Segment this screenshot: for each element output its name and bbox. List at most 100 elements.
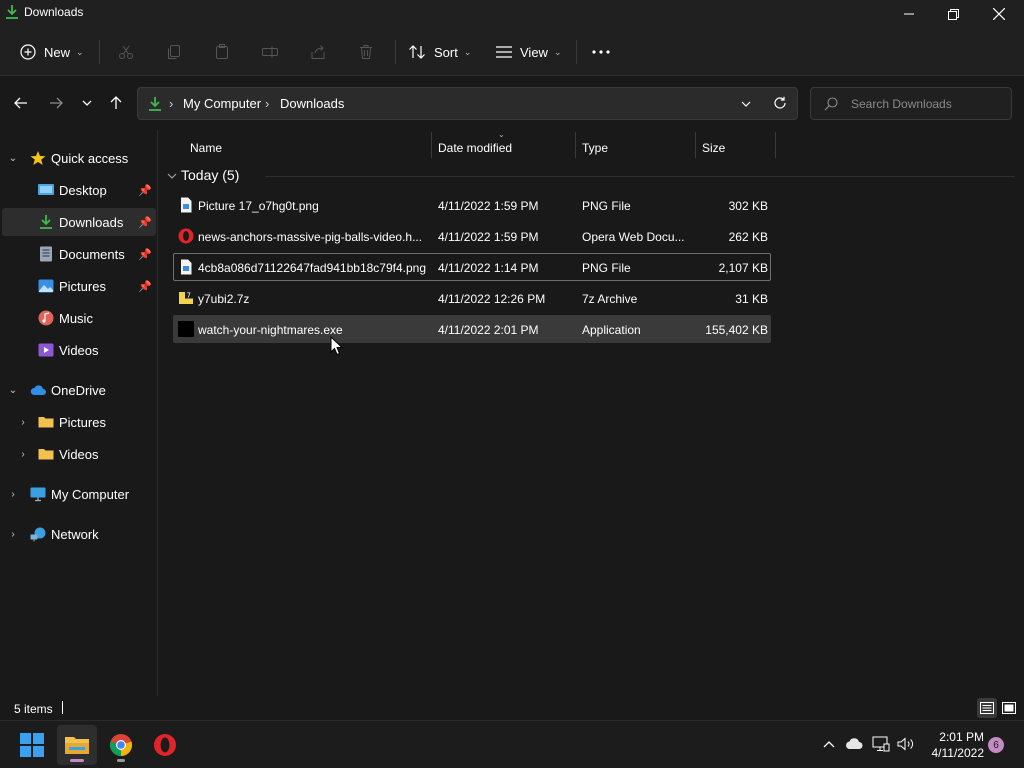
column-divider[interactable]: [695, 132, 696, 158]
sidebar-item-network[interactable]: › Network: [2, 520, 156, 548]
share-icon: [311, 45, 325, 59]
star-icon: [30, 151, 46, 165]
breadcrumb-separator-icon: ›: [265, 96, 270, 111]
title-bar: Downloads: [0, 0, 1024, 28]
tiles-view-button[interactable]: [999, 698, 1019, 718]
table-row[interactable]: news-anchors-massive-pig-balls-video.h..…: [173, 222, 771, 250]
file-size: 262 KB: [728, 230, 768, 244]
sidebar-item-my-computer[interactable]: › My Computer: [2, 480, 156, 508]
cloud-icon: [846, 738, 863, 749]
column-header-name[interactable]: Name: [190, 134, 222, 162]
table-row[interactable]: 4cb8a086d71122647fad941bb18c79f4.png 4/1…: [173, 253, 771, 281]
sidebar-item-label: Quick access: [51, 150, 129, 166]
chevron-right-icon[interactable]: ›: [16, 417, 30, 428]
pin-icon[interactable]: 📌: [138, 248, 152, 261]
sidebar-item-label: My Computer: [51, 486, 130, 502]
table-row[interactable]: Picture 17_o7hg0t.png 4/11/2022 1:59 PM …: [173, 191, 771, 219]
table-row[interactable]: 7 y7ubi2.7z 4/11/2022 12:26 PM 7z Archiv…: [173, 284, 771, 312]
documents-icon: [40, 246, 52, 262]
sidebar-item-music[interactable]: Music: [2, 304, 156, 332]
close-button[interactable]: [976, 0, 1022, 28]
paste-button[interactable]: [214, 36, 230, 68]
file-name: watch-your-nightmares.exe: [198, 323, 343, 337]
more-options-button[interactable]: [592, 36, 610, 68]
back-button[interactable]: [10, 92, 32, 114]
address-bar[interactable]: › My Computer › Downloads: [137, 87, 798, 120]
sidebar-item-label: Network: [51, 526, 99, 542]
refresh-icon[interactable]: [773, 96, 787, 110]
delete-button[interactable]: [358, 36, 374, 68]
column-header-size[interactable]: Size: [702, 134, 725, 162]
search-input[interactable]: Search Downloads: [810, 87, 1012, 120]
window-title: Downloads: [24, 5, 84, 19]
view-button[interactable]: View ⌄: [496, 36, 562, 68]
chevron-right-icon[interactable]: ›: [6, 489, 20, 500]
share-button[interactable]: [310, 36, 326, 68]
up-button[interactable]: [105, 92, 127, 114]
show-hidden-icons-button[interactable]: [820, 735, 838, 753]
minimize-button[interactable]: [886, 0, 932, 28]
sidebar-item-onedrive-pictures[interactable]: › Pictures: [2, 408, 156, 436]
recent-locations-button[interactable]: [76, 92, 98, 114]
sidebar-item-downloads[interactable]: Downloads 📌: [2, 208, 156, 236]
chevron-right-icon[interactable]: ›: [6, 529, 20, 540]
column-header-type[interactable]: Type: [582, 134, 608, 162]
file-list: Name Date modified ⌄ Type Size Today (5)…: [159, 130, 1024, 696]
network-tray-icon[interactable]: [872, 735, 890, 753]
network-icon: [30, 527, 46, 542]
file-type: PNG File: [582, 261, 631, 275]
taskbar-clock[interactable]: 2:01 PM 4/11/2022: [926, 729, 985, 761]
list-view-icon: [496, 46, 512, 58]
pin-icon[interactable]: 📌: [138, 216, 152, 229]
sort-button[interactable]: Sort ⌄: [408, 36, 471, 68]
breadcrumb-my-computer[interactable]: My Computer: [183, 96, 261, 111]
chevron-down-icon: ⌄: [76, 46, 84, 57]
sidebar-item-onedrive-videos[interactable]: › Videos: [2, 440, 156, 468]
taskbar-opera[interactable]: [145, 725, 185, 765]
running-indicator: [117, 759, 125, 762]
sidebar-item-videos[interactable]: Videos: [2, 336, 156, 364]
table-row[interactable]: watch-your-nightmares.exe 4/11/2022 2:01…: [173, 315, 771, 343]
column-divider[interactable]: [431, 132, 432, 158]
pin-icon[interactable]: 📌: [138, 280, 152, 293]
rename-button[interactable]: [262, 36, 278, 68]
cut-button[interactable]: [118, 36, 134, 68]
file-type: Opera Web Docu...: [582, 230, 685, 244]
restore-button[interactable]: [930, 0, 976, 28]
start-button[interactable]: [12, 725, 52, 765]
sidebar-item-quick-access[interactable]: ⌄ Quick access: [2, 144, 156, 172]
taskbar-file-explorer[interactable]: [57, 725, 97, 765]
breadcrumb-downloads[interactable]: Downloads: [280, 96, 344, 111]
rename-icon: [262, 46, 278, 58]
column-divider[interactable]: [775, 132, 776, 158]
chevron-right-icon[interactable]: ›: [16, 449, 30, 460]
file-date: 4/11/2022 1:59 PM: [438, 199, 539, 213]
copy-button[interactable]: [166, 36, 182, 68]
desktop-icon: [38, 184, 54, 195]
notification-badge[interactable]: 6: [988, 737, 1004, 753]
onedrive-tray-icon[interactable]: [845, 735, 863, 753]
group-header-today[interactable]: Today (5): [167, 166, 1015, 188]
taskbar-chrome[interactable]: [101, 725, 141, 765]
volume-tray-icon[interactable]: [897, 735, 915, 753]
file-size: 155,402 KB: [705, 323, 768, 337]
column-divider[interactable]: [575, 132, 576, 158]
file-date: 4/11/2022 2:01 PM: [438, 323, 539, 337]
music-icon: [38, 310, 54, 326]
chevron-down-icon[interactable]: ⌄: [6, 385, 20, 396]
chevron-down-icon[interactable]: ⌄: [6, 153, 20, 164]
forward-button[interactable]: [45, 92, 67, 114]
chevron-down-icon[interactable]: [741, 101, 751, 107]
file-type: PNG File: [582, 199, 631, 213]
group-label: Today (5): [181, 167, 240, 183]
sidebar-item-pictures[interactable]: Pictures 📌: [2, 272, 156, 300]
new-button[interactable]: New ⌄: [20, 36, 84, 68]
windows-logo-icon: [20, 733, 44, 757]
pin-icon[interactable]: 📌: [138, 184, 152, 197]
sidebar-item-onedrive[interactable]: ⌄ OneDrive: [2, 376, 156, 404]
details-view-button[interactable]: [977, 698, 997, 718]
sidebar-item-desktop[interactable]: Desktop 📌: [2, 176, 156, 204]
sidebar-item-documents[interactable]: Documents 📌: [2, 240, 156, 268]
chevron-down-icon: ⌄: [463, 46, 472, 57]
download-arrow-icon: [149, 97, 161, 111]
